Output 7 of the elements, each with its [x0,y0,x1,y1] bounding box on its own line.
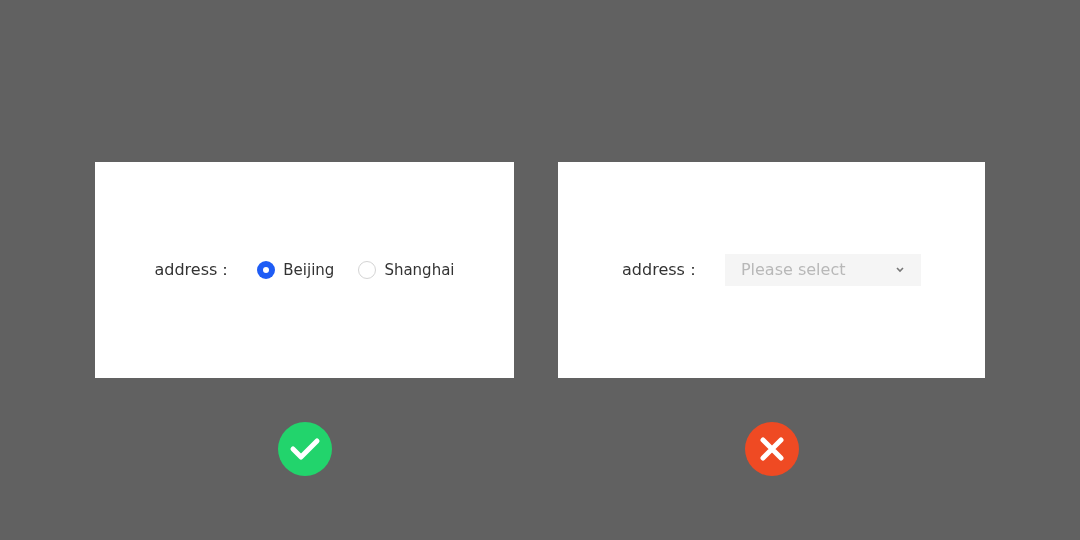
radio-button[interactable] [257,261,276,279]
field-label: address： [622,259,701,281]
radio-option[interactable]: Beijing [257,258,335,282]
radio-option[interactable]: Shanghai [358,258,455,282]
chevron-down-icon [894,266,905,274]
field-label: address： [154,259,234,281]
radio-button[interactable] [358,261,377,279]
